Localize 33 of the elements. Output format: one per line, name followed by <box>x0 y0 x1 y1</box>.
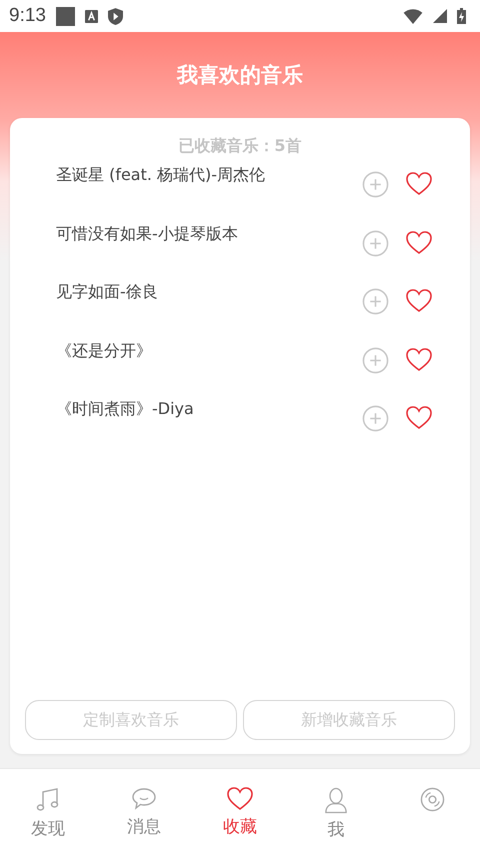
heart-icon[interactable] <box>406 172 432 196</box>
battery-icon <box>457 8 466 24</box>
page-title: 我喜欢的音乐 <box>176 62 304 89</box>
signal-icon <box>433 9 447 23</box>
nav-tab[interactable]: 发现 <box>0 769 96 855</box>
chat-icon <box>131 787 157 811</box>
heart-icon <box>227 787 253 811</box>
nav-tab[interactable]: 收藏 <box>192 769 288 855</box>
add-icon[interactable] <box>362 171 389 198</box>
status-time: 9:13 <box>9 5 46 27</box>
person-icon <box>324 787 348 814</box>
song-title[interactable]: 《还是分开》 <box>56 340 362 362</box>
song-title[interactable]: 见字如面-徐良 <box>56 282 362 303</box>
song-title[interactable]: 圣诞星 (feat. 杨瑞代)-周杰伦 <box>56 165 362 186</box>
wifi-icon <box>403 8 423 24</box>
a-icon <box>84 10 98 22</box>
nav-tab[interactable]: 消息 <box>96 769 192 855</box>
nav-tab[interactable]: 我 <box>288 769 384 855</box>
add-icon[interactable] <box>362 346 389 374</box>
favorites-count: 已收藏音乐：5首 <box>177 136 303 157</box>
heart-icon[interactable] <box>406 289 432 313</box>
heart-icon[interactable] <box>406 230 432 254</box>
heart-icon[interactable] <box>406 348 432 372</box>
add-icon[interactable] <box>362 288 389 315</box>
add-icon[interactable] <box>362 405 389 432</box>
shield-icon <box>108 8 123 24</box>
heart-icon[interactable] <box>406 406 432 430</box>
song-title[interactable]: 《时间煮雨》-Diya <box>56 399 362 420</box>
music-note-icon <box>35 787 61 813</box>
disc-icon <box>420 787 444 812</box>
song-title[interactable]: 可惜没有如果-小提琴版本 <box>56 224 362 244</box>
notification-icon <box>56 6 75 26</box>
add-icon[interactable] <box>362 230 389 256</box>
